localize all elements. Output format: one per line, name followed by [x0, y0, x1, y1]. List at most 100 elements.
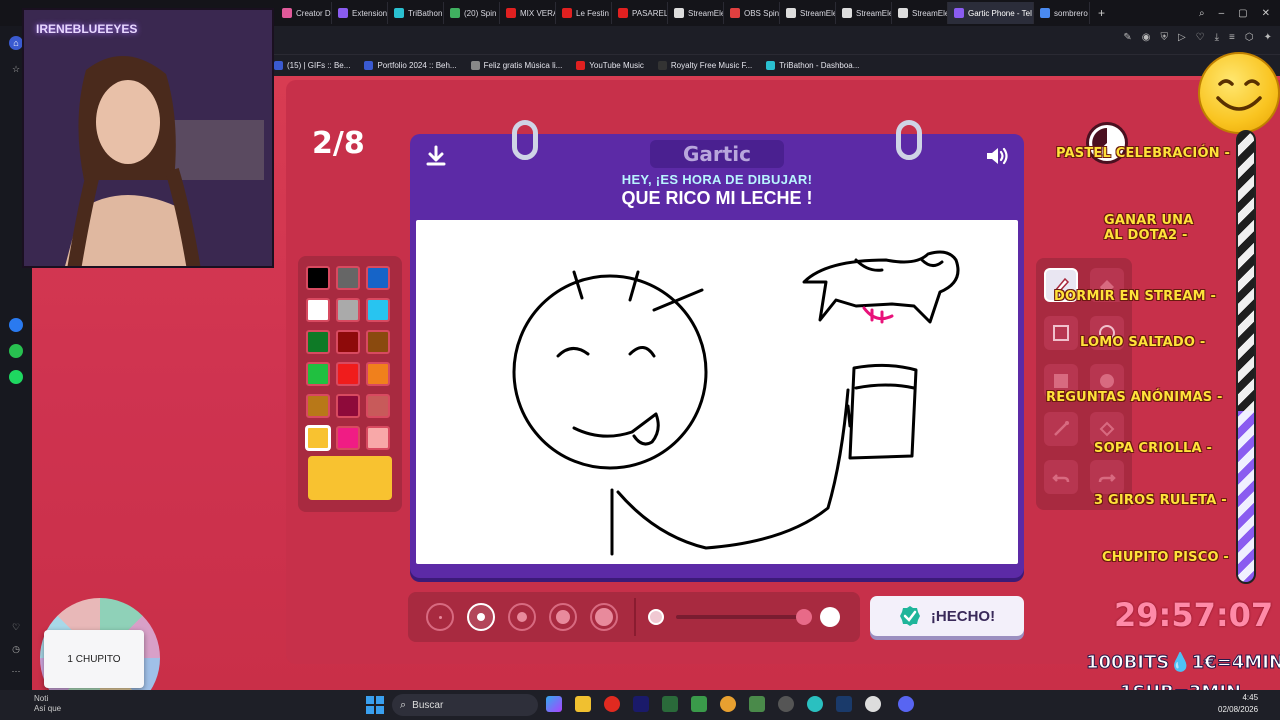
browser-tab[interactable]: StreamEle — [668, 2, 724, 24]
browser-tab[interactable]: (20) Spin — [444, 2, 500, 24]
reward-item: REGUNTAS ANÓNIMAS - — [1046, 390, 1223, 405]
bookmark-item[interactable]: Royalty Free Music F... — [657, 61, 752, 70]
browser-tab[interactable]: sombrero — [1034, 2, 1090, 24]
browser-tab[interactable]: Le Festin — [556, 2, 612, 24]
shield-icon[interactable]: ⛨ — [1160, 32, 1168, 43]
app-icon[interactable] — [720, 696, 736, 712]
color-swatch[interactable] — [336, 298, 360, 322]
redo-tool[interactable] — [1090, 460, 1124, 494]
app-icon[interactable] — [778, 696, 794, 712]
taskbar-search[interactable]: ⌕ Buscar — [392, 694, 538, 716]
whatsapp-icon[interactable] — [9, 344, 23, 358]
browser-tab[interactable]: StreamEle — [780, 2, 836, 24]
rectangle-outline-icon — [1053, 325, 1069, 341]
color-swatch[interactable] — [366, 394, 390, 418]
color-swatch[interactable] — [336, 394, 360, 418]
play-icon[interactable]: ▷ — [1178, 32, 1186, 43]
bookmark-item[interactable]: (15) | GIFs :: Be... — [274, 61, 350, 70]
color-swatch[interactable] — [336, 330, 360, 354]
home-icon[interactable]: ⌂ — [9, 36, 23, 50]
color-swatch[interactable] — [366, 266, 390, 290]
color-palette — [298, 256, 402, 512]
new-tab-button[interactable]: + — [1098, 6, 1105, 20]
color-swatch[interactable] — [306, 298, 330, 322]
heart-icon[interactable]: ♡ — [1196, 32, 1205, 43]
drawing-udder — [862, 306, 894, 324]
browser-tab[interactable]: MIX VERA — [500, 2, 556, 24]
app-icon[interactable] — [691, 696, 707, 712]
color-swatch[interactable] — [306, 394, 330, 418]
color-swatch[interactable] — [306, 330, 330, 354]
close-icon[interactable]: ✕ — [1262, 8, 1270, 19]
color-swatch[interactable] — [366, 298, 390, 322]
line-tool[interactable] — [1044, 412, 1078, 446]
copilot-icon[interactable] — [546, 696, 562, 712]
bookmark-item[interactable]: TriBathon - Dashboa... — [766, 61, 859, 70]
camera-icon[interactable]: ◉ — [1142, 32, 1151, 43]
toolbar-icons: ✎ ◉ ⛨ ▷ ♡ ⤓ ≡ ⬡ ✦ — [1123, 32, 1272, 43]
app-icon[interactable] — [662, 696, 678, 712]
color-swatch[interactable] — [336, 266, 360, 290]
file-explorer-icon[interactable] — [575, 696, 591, 712]
color-swatch[interactable] — [306, 266, 330, 290]
windows-start-icon[interactable] — [366, 696, 384, 714]
browser-tab[interactable]: StreamEle — [836, 2, 892, 24]
opera-icon[interactable] — [604, 696, 620, 712]
color-swatch[interactable] — [306, 426, 330, 450]
after-effects-icon[interactable] — [633, 696, 649, 712]
star-icon[interactable]: ☆ — [9, 62, 23, 76]
ai-icon[interactable]: ✦ — [1264, 32, 1272, 43]
brush-size-5[interactable] — [590, 603, 618, 631]
tab-label: (20) Spin — [464, 8, 497, 18]
sound-icon[interactable] — [984, 144, 1010, 168]
browser-tab[interactable]: Creator D — [276, 2, 332, 24]
steam-icon[interactable] — [836, 696, 852, 712]
browser-tab[interactable]: Extension — [332, 2, 388, 24]
spotify-icon[interactable] — [9, 370, 23, 384]
bookmark-item[interactable]: Feliz gratis Música li... — [470, 61, 562, 70]
discord-icon[interactable] — [898, 696, 914, 712]
done-button[interactable]: ¡HECHO! — [870, 596, 1024, 636]
opacity-min-icon — [648, 609, 664, 625]
browser-tab[interactable]: StreamEle — [892, 2, 948, 24]
brush-size-2[interactable] — [467, 603, 495, 631]
color-swatch[interactable] — [336, 362, 360, 386]
history-icon[interactable]: ◷ — [9, 642, 23, 656]
color-swatch[interactable] — [366, 362, 390, 386]
edit-icon[interactable]: ✎ — [1123, 32, 1131, 43]
color-swatch[interactable] — [336, 426, 360, 450]
search-icon[interactable]: ⌕ — [1199, 8, 1205, 19]
minimize-icon[interactable]: – — [1219, 8, 1225, 19]
chatgpt-icon[interactable] — [865, 696, 881, 712]
browser-tab[interactable]: OBS Spin — [724, 2, 780, 24]
browser-tab[interactable]: PASARELA — [612, 2, 668, 24]
tab-label: Creator D — [296, 8, 331, 18]
opacity-slider[interactable] — [676, 615, 806, 619]
maximize-icon[interactable]: ▢ — [1238, 8, 1247, 19]
color-swatch[interactable] — [306, 362, 330, 386]
heart-icon[interactable]: ♡ — [9, 620, 23, 634]
menu-icon[interactable]: ≡ — [1229, 32, 1235, 43]
brush-size-1[interactable] — [426, 603, 454, 631]
more-icon[interactable]: ⋯ — [9, 664, 23, 678]
color-swatch[interactable] — [366, 330, 390, 354]
bookmark-item[interactable]: YouTube Music — [576, 61, 644, 70]
bookmark-item[interactable]: Portfolio 2024 :: Beh... — [364, 61, 457, 70]
rectangle-tool[interactable] — [1044, 316, 1078, 350]
tab-label: Gartic Phone - Tel — [968, 8, 1032, 18]
brush-size-4[interactable] — [549, 603, 577, 631]
extensions-icon[interactable]: ⬡ — [1245, 32, 1254, 43]
download-icon[interactable]: ⤓ — [1215, 32, 1219, 43]
browser-tab[interactable]: Gartic Phone - Tel — [948, 2, 1034, 24]
drawing-canvas[interactable] — [416, 220, 1018, 564]
download-icon[interactable] — [424, 144, 448, 168]
messenger-icon[interactable] — [9, 318, 23, 332]
brush-size-3[interactable] — [508, 603, 536, 631]
undo-tool[interactable] — [1044, 460, 1078, 494]
browser-tab[interactable]: TriBathon — [388, 2, 444, 24]
app-icon[interactable] — [749, 696, 765, 712]
opacity-slider-handle[interactable] — [796, 609, 812, 625]
app-icon[interactable] — [807, 696, 823, 712]
color-swatch[interactable] — [366, 426, 390, 450]
tab-label: sombrero — [1054, 8, 1088, 18]
